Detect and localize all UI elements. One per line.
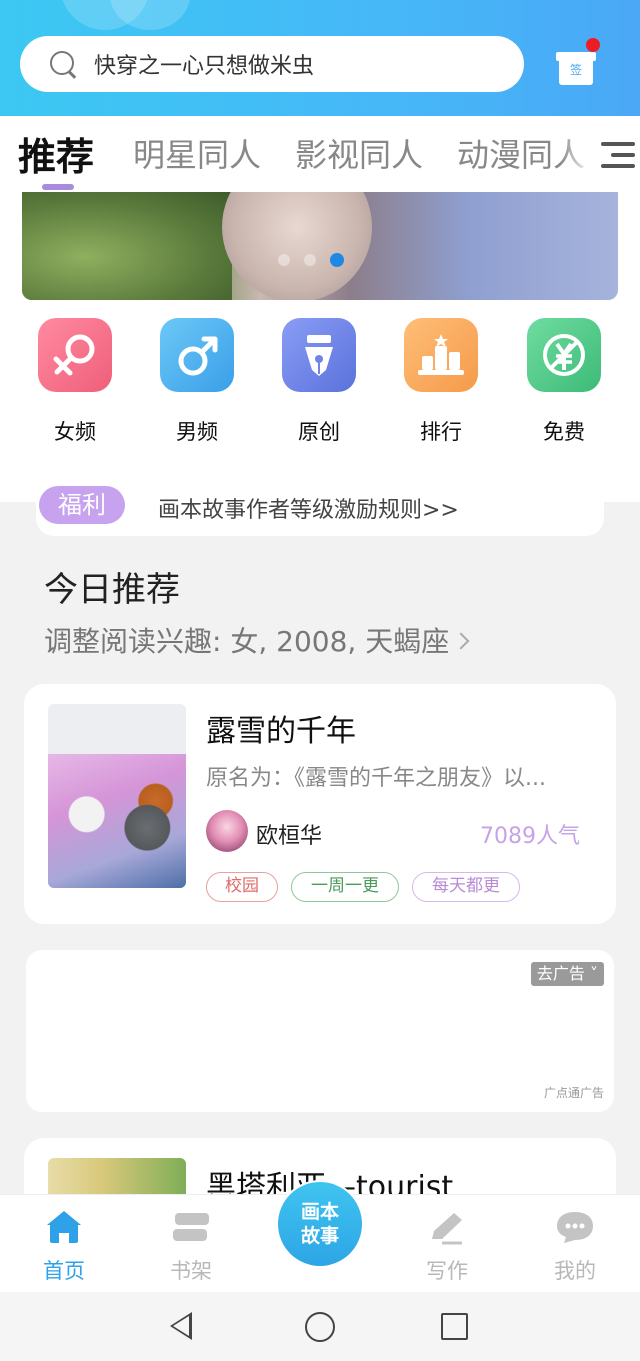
pencil-icon [402, 1209, 492, 1245]
tab-label: 我的 [554, 1259, 596, 1283]
tab-label: 写作 [426, 1259, 468, 1283]
chat-bubble-icon [530, 1209, 620, 1245]
banner-pagination [278, 253, 344, 267]
category-ranking[interactable]: 排行 [396, 318, 486, 446]
book-card[interactable]: 露雪的千年 原名为：《露雪的千年之朋友》以... 欧桓华 7089人气 校园 一… [24, 684, 616, 924]
system-navigation-bar [0, 1292, 640, 1361]
tag-weekly-update: 一周一更 [291, 872, 399, 902]
remove-ad-button[interactable]: 去广告 ˅ [530, 962, 604, 986]
pen-nib-icon [282, 318, 356, 392]
reading-interest-text: 调整阅读兴趣: 女, 2008, 天蝎座 [44, 625, 450, 658]
category-free[interactable]: 免费 [519, 318, 609, 446]
category-female[interactable]: 女频 [30, 318, 120, 446]
ad-source-label: 广点通广告 [543, 1086, 604, 1100]
welfare-notice[interactable]: 福利 画本故事作者等级激励规则>> [36, 480, 604, 536]
female-icon [38, 318, 112, 392]
back-icon[interactable] [170, 1312, 192, 1340]
author-name: 欧桓华 [256, 824, 323, 849]
search-placeholder: 快穿之一心只想做米虫 [94, 54, 315, 79]
recent-apps-icon[interactable] [441, 1313, 468, 1340]
tab-film-fanfic[interactable]: 影视同人 [295, 130, 423, 176]
male-icon [160, 318, 234, 392]
active-tab-indicator [42, 184, 74, 190]
category-label: 女频 [54, 420, 96, 444]
category-label: 免费 [543, 420, 585, 444]
popularity-count: 7089人气 [480, 824, 580, 849]
chevron-right-icon [452, 632, 470, 650]
notification-dot [586, 38, 600, 52]
category-original[interactable]: 原创 [274, 318, 364, 446]
tag-daily-update: 每天都更 [412, 872, 520, 902]
yen-free-icon [527, 318, 601, 392]
category-label: 排行 [420, 420, 462, 444]
category-shortcuts: 女频 男频 原创 排行 免费 [0, 318, 640, 448]
category-tabs: 推荐 明星同人 影视同人 动漫同人 [0, 116, 640, 192]
notice-text: 画本故事作者等级激励规则>> [158, 498, 459, 523]
banner-artwork [222, 192, 372, 300]
center-label-line1: 画本 [300, 1201, 339, 1223]
huaben-story-center-button[interactable]: 画本 故事 [276, 1180, 364, 1268]
category-label: 男频 [176, 420, 218, 444]
top-header: 快穿之一心只想做米虫 签 [0, 0, 640, 116]
search-bar[interactable]: 快穿之一心只想做米虫 [20, 36, 524, 92]
book-description: 原名为：《露雪的千年之朋友》以... [206, 766, 546, 791]
promo-banner[interactable] [22, 192, 618, 300]
banner-dot-active [330, 253, 344, 267]
ad-slot[interactable]: 去广告 ˅ 广点通广告 [26, 950, 614, 1112]
tab-mine[interactable]: 我的 [530, 1209, 620, 1285]
author-avatar [206, 810, 248, 852]
search-icon [48, 49, 78, 79]
center-label-line2: 故事 [300, 1225, 339, 1247]
tab-home[interactable]: 首页 [19, 1209, 109, 1285]
tab-write[interactable]: 写作 [402, 1209, 492, 1285]
banner-dot [278, 254, 290, 266]
section-title: 今日推荐 [44, 570, 180, 610]
category-label: 原创 [298, 420, 340, 444]
tab-recommend[interactable]: 推荐 [18, 126, 94, 181]
book-title: 露雪的千年 [206, 714, 356, 749]
daily-checkin-button[interactable]: 签 [556, 38, 600, 86]
checkin-label: 签 [569, 63, 582, 77]
banner-dot [304, 254, 316, 266]
tab-label: 首页 [43, 1259, 85, 1283]
category-male[interactable]: 男频 [152, 318, 242, 446]
welfare-badge: 福利 [39, 486, 125, 524]
reading-interest-link[interactable]: 调整阅读兴趣: 女, 2008, 天蝎座 [44, 620, 470, 660]
tab-label: 书架 [170, 1259, 212, 1283]
bookshelf-icon [146, 1209, 236, 1245]
home-circle-icon[interactable] [305, 1312, 335, 1342]
tab-menu-icon[interactable] [601, 138, 635, 172]
tab-celebrity-fanfic[interactable]: 明星同人 [133, 130, 261, 176]
tab-bookshelf[interactable]: 书架 [146, 1209, 236, 1285]
book-cover [48, 704, 186, 888]
tag-campus: 校园 [206, 872, 278, 902]
home-icon [19, 1209, 109, 1245]
podium-icon [404, 318, 478, 392]
